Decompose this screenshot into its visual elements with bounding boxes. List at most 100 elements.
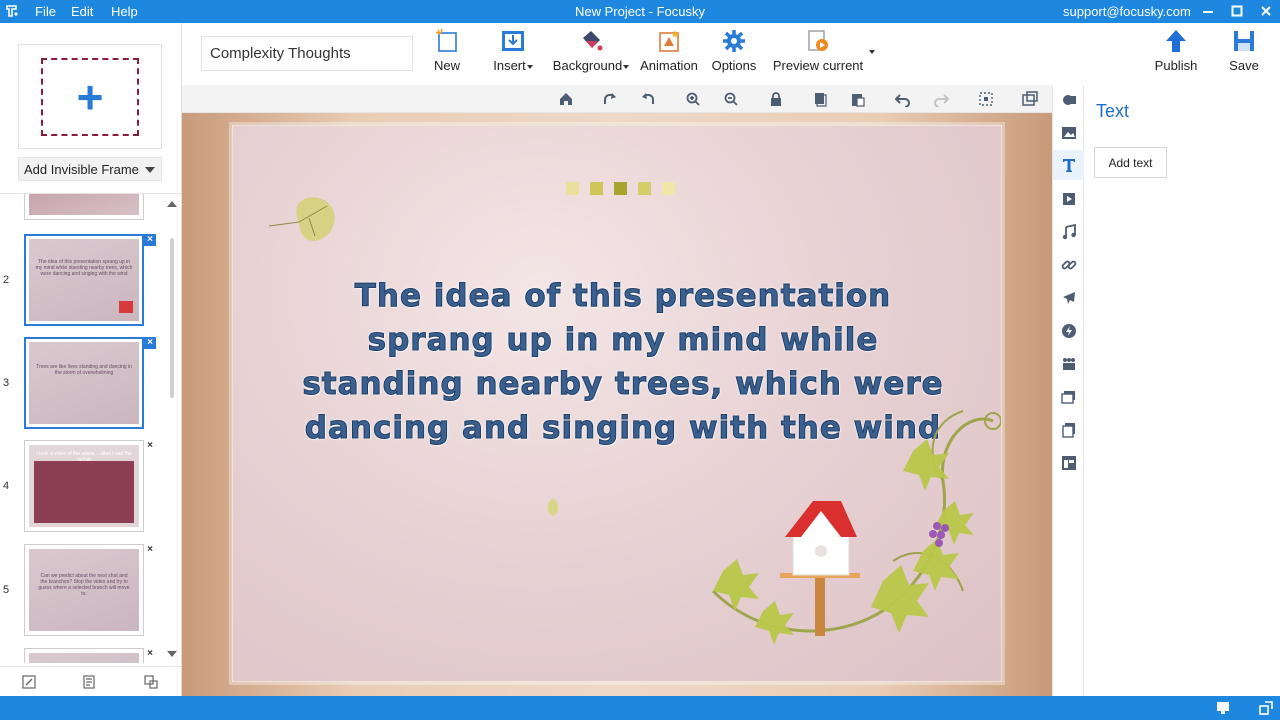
frame-number: 2: [3, 274, 10, 286]
frames-panel: + Add Invisible Frame 2 The idea of this…: [0, 23, 182, 696]
template-icon[interactable]: [1061, 455, 1077, 471]
music-icon[interactable]: [1061, 224, 1077, 240]
leaf-image: [269, 197, 335, 241]
add-text-button[interactable]: Add text: [1094, 147, 1167, 178]
app-logo-icon: [6, 5, 18, 17]
new-frame-icon: [435, 28, 457, 52]
scroll-down-arrow[interactable]: [167, 651, 177, 657]
save-button[interactable]: Save: [1226, 28, 1262, 80]
rotate-right-icon[interactable]: [602, 91, 618, 107]
frame-settings-icon[interactable]: [143, 674, 159, 690]
frame-type-label: Add Invisible Frame: [24, 162, 139, 177]
support-email-link[interactable]: support@focusky.com: [1063, 4, 1191, 19]
close-icon: [1261, 6, 1271, 16]
layers-icon[interactable]: [1061, 389, 1077, 405]
frame-thumbnail-4[interactable]: I took a video of the scene... alled t o…: [24, 440, 144, 532]
menu-file[interactable]: File: [35, 4, 56, 19]
publish-label: Publish: [1154, 58, 1198, 73]
background-button[interactable]: Background: [550, 28, 632, 80]
new-button[interactable]: New: [429, 28, 465, 80]
animation-button[interactable]: Animation: [639, 28, 699, 80]
home-icon[interactable]: [558, 91, 574, 107]
zoom-out-icon[interactable]: [723, 91, 739, 107]
square-dot: [638, 182, 651, 195]
preview-dropdown-icon[interactable]: [869, 50, 875, 54]
insert-button[interactable]: Insert: [490, 28, 536, 80]
slide-frame[interactable]: The idea of this presentation sprang up …: [232, 125, 1002, 682]
zoom-in-icon[interactable]: [685, 91, 701, 107]
insert-icon: [502, 31, 524, 51]
frame-thumbnail-1[interactable]: [24, 194, 144, 220]
close-window-button[interactable]: [1256, 2, 1276, 20]
frame-type-select[interactable]: Add Invisible Frame: [18, 157, 162, 181]
lock-icon[interactable]: [768, 91, 784, 107]
airplane-icon[interactable]: [1061, 290, 1077, 306]
save-icon: [1234, 31, 1254, 51]
publish-button[interactable]: Publish: [1153, 28, 1199, 80]
frame-thumbnail-5[interactable]: Can we predict about the next shot and t…: [24, 544, 144, 636]
menu-edit[interactable]: Edit: [71, 4, 93, 19]
video-icon[interactable]: [1061, 191, 1077, 207]
pages-icon[interactable]: [1061, 422, 1077, 438]
text-icon: [1063, 159, 1075, 172]
thumbnail-text: The idea of this presentation sprang up …: [35, 259, 133, 277]
decorative-squares: [566, 182, 686, 200]
properties-panel: Text Add text: [1084, 85, 1280, 696]
element-tool-column: [1052, 85, 1084, 696]
frame-thumbnail-6[interactable]: [24, 648, 144, 663]
fit-window-icon[interactable]: [1022, 91, 1038, 107]
monitor-icon[interactable]: [1216, 701, 1230, 715]
delete-frame-button[interactable]: ×: [144, 544, 156, 556]
add-frame-button[interactable]: +: [18, 44, 162, 149]
scrollbar-thumb[interactable]: [170, 238, 174, 398]
rotate-left-icon[interactable]: [640, 91, 656, 107]
scroll-up-arrow[interactable]: [167, 201, 177, 207]
link-icon[interactable]: [1061, 257, 1077, 273]
canvas-toolbar: [182, 85, 1052, 113]
delete-frame-button[interactable]: ×: [144, 337, 156, 349]
animation-icon: [659, 30, 679, 52]
square-dot: [614, 182, 627, 195]
background-label: Background: [552, 58, 623, 73]
redo-icon[interactable]: [933, 91, 949, 107]
publish-arrow-up-icon: [1166, 30, 1186, 52]
characters-icon[interactable]: [1061, 356, 1077, 372]
small-leaf-image: [547, 498, 559, 516]
delete-frame-button[interactable]: ×: [144, 648, 156, 660]
image-icon[interactable]: [1061, 125, 1077, 141]
project-name-input[interactable]: [201, 36, 413, 71]
options-button[interactable]: Options: [709, 28, 759, 80]
plus-icon: +: [76, 71, 104, 123]
delete-frame-button[interactable]: ×: [144, 440, 156, 452]
thumbnail-text: I took a video of the scene... alled t o…: [36, 451, 132, 463]
delete-frame-button[interactable]: ×: [144, 234, 156, 246]
options-label: Options: [711, 58, 757, 73]
undo-icon[interactable]: [895, 91, 911, 107]
frame-thumbnail-2[interactable]: The idea of this presentation sprang up …: [24, 234, 144, 326]
select-area-icon[interactable]: [978, 91, 994, 107]
slide-canvas[interactable]: The idea of this presentation sprang up …: [182, 113, 1052, 696]
thumbnail-text: Can we predict about the next shot and t…: [38, 573, 130, 597]
flash-icon[interactable]: [1061, 323, 1077, 339]
menu-help[interactable]: Help: [111, 4, 138, 19]
copy-icon[interactable]: [812, 91, 828, 107]
edit-icon[interactable]: [21, 674, 37, 690]
text-tool-button[interactable]: [1053, 150, 1084, 180]
preview-label: Preview current: [772, 58, 864, 73]
fullscreen-icon[interactable]: [1259, 701, 1273, 715]
frame-thumbnail-3[interactable]: Trees are like lives standing and dancin…: [24, 337, 144, 429]
maximize-button[interactable]: [1227, 2, 1247, 20]
status-bar: [0, 696, 1280, 720]
square-dot: [662, 182, 675, 195]
birdhouse-image: [119, 301, 133, 313]
insert-label: Insert: [493, 58, 526, 73]
preview-current-button[interactable]: Preview current: [771, 28, 865, 80]
frame-list-icon[interactable]: [81, 674, 97, 690]
paste-icon[interactable]: [850, 91, 866, 107]
frame-thumbnail-list: 2 The idea of this presentation sprang u…: [0, 193, 182, 663]
chevron-down-icon: [145, 167, 155, 173]
shapes-icon[interactable]: [1061, 92, 1077, 108]
preview-icon: [808, 30, 828, 51]
minimize-button[interactable]: [1198, 2, 1218, 20]
gear-icon: [723, 30, 745, 52]
